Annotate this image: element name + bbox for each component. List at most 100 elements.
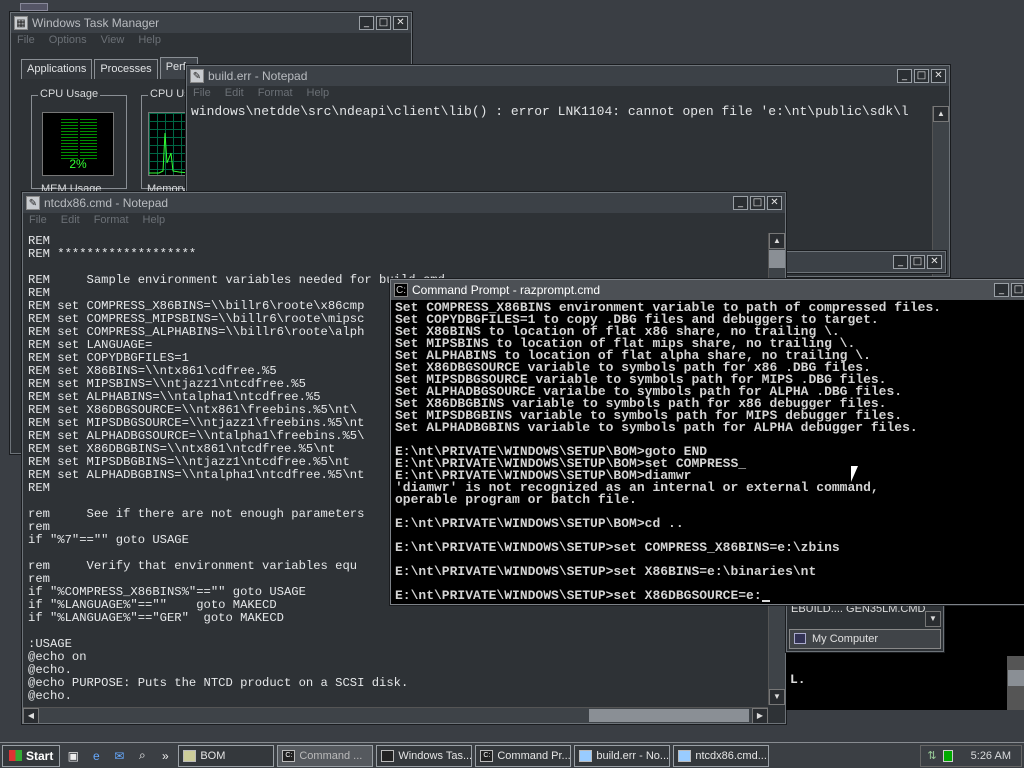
menu-file[interactable]: File [29, 214, 47, 230]
cpu-percent: 2% [69, 157, 87, 171]
background-window-titlebar[interactable]: _ □ ✕ [787, 252, 945, 272]
address-bar[interactable]: My Computer [789, 629, 941, 649]
start-label: Start [26, 748, 54, 763]
window-title: Windows Task Manager [32, 16, 160, 30]
start-button[interactable]: Start [2, 744, 61, 767]
computer-icon [794, 633, 806, 644]
close-button[interactable]: ✕ [393, 16, 408, 30]
task-manager-titlebar[interactable]: ▦ Windows Task Manager _ □ ✕ [11, 13, 411, 33]
build-err-titlebar[interactable]: ✎ build.err - Notepad _ □ ✕ [187, 66, 949, 86]
explorer-window-fragment: EBUILD.... GEN35LM.CMD ▼ My Computer [786, 600, 944, 652]
address-text: My Computer [812, 633, 879, 645]
taskbar-item-label: BOM [200, 749, 226, 762]
desktop-icon[interactable]: ▣ [63, 746, 83, 766]
command-prompt-window: C: Command Prompt - razprompt.cmd _ □ Se… [390, 279, 1024, 605]
cmd-icon: C: [480, 749, 494, 762]
text-editor-area[interactable]: windows\netdde\src\ndeapi\client\lib() :… [191, 104, 929, 119]
text-cursor [761, 600, 770, 602]
menu-file[interactable]: File [193, 87, 211, 103]
tab-applications[interactable]: Applications [21, 59, 93, 79]
folder-icon [183, 749, 197, 762]
minimize-button[interactable]: _ [359, 16, 374, 30]
taskbar-item-label: Command ... [299, 749, 363, 762]
menu-bar: File Options View Help [11, 33, 411, 51]
taskmgr-tray-icon[interactable] [942, 749, 953, 762]
search-icon[interactable]: ⌕ [132, 746, 152, 766]
desktop-icon-fragment[interactable] [20, 3, 48, 11]
console-text: L. [790, 672, 806, 687]
menu-edit[interactable]: Edit [225, 87, 244, 103]
scroll-right-arrow[interactable]: ▶ [752, 708, 768, 723]
system-tray: ⇅ 5:26 AM [920, 744, 1022, 767]
taskbar-item-task-manager[interactable]: Windows Tas... [376, 744, 473, 767]
command-prompt-titlebar[interactable]: C: Command Prompt - razprompt.cmd _ □ [391, 280, 1024, 300]
menu-format[interactable]: Format [258, 87, 293, 103]
menu-options[interactable]: Options [49, 34, 87, 50]
menu-help[interactable]: Help [143, 214, 166, 230]
minimize-button[interactable]: _ [994, 283, 1009, 297]
tab-processes[interactable]: Processes [94, 59, 158, 79]
menu-edit[interactable]: Edit [61, 214, 80, 230]
minimize-button[interactable]: _ [733, 196, 748, 210]
taskbar-item-bom[interactable]: BOM [178, 744, 275, 767]
clock[interactable]: 5:26 AM [971, 750, 1011, 762]
scroll-up-arrow[interactable]: ▲ [933, 106, 949, 122]
console-output: Set COMPRESS_X86BINS environment variabl… [395, 300, 942, 579]
menu-help[interactable]: Help [138, 34, 161, 50]
chevron-right-icon[interactable]: » [155, 746, 175, 766]
cpu-usage-label: CPU Usage [38, 88, 101, 100]
taskbar-item-label: build.err - No... [596, 749, 670, 762]
network-icon[interactable]: ⇅ [927, 749, 936, 762]
menu-help[interactable]: Help [307, 87, 330, 103]
close-button[interactable]: ✕ [931, 69, 946, 83]
scroll-down-arrow[interactable]: ▼ [769, 689, 785, 705]
taskbar-item-label: Command Pr... [497, 749, 571, 762]
windows-logo-icon [9, 750, 22, 761]
cpu-history-graph [148, 112, 189, 176]
notepad-icon: ✎ [26, 196, 40, 210]
outlook-icon[interactable]: ✉ [109, 746, 129, 766]
maximize-button[interactable]: □ [910, 255, 925, 269]
cmd-icon: C: [394, 283, 408, 297]
tab-strip: Applications Processes Perfo [21, 57, 198, 79]
menu-file[interactable]: File [17, 34, 35, 50]
notepad-icon: ✎ [190, 69, 204, 83]
menu-format[interactable]: Format [94, 214, 129, 230]
cpu-usage-group: CPU Usage 2% [31, 88, 127, 189]
maximize-button[interactable]: □ [376, 16, 391, 30]
taskbar-item-label: Windows Tas... [398, 749, 473, 762]
vertical-scrollbar[interactable] [1007, 656, 1024, 710]
ntcdx86-titlebar[interactable]: ✎ ntcdx86.cmd - Notepad _ □ ✕ [23, 193, 785, 213]
taskbar-item-command-active[interactable]: C: Command ... [277, 744, 374, 767]
internet-explorer-icon[interactable]: e [86, 746, 106, 766]
mouse-pointer-icon [851, 466, 858, 482]
minimize-button[interactable]: _ [897, 69, 912, 83]
taskbar-item-build-err[interactable]: build.err - No... [574, 744, 671, 767]
menu-bar: File Edit Format Help [187, 86, 949, 104]
minimize-button[interactable]: _ [893, 255, 908, 269]
notepad-icon [579, 749, 593, 762]
scroll-up-arrow[interactable]: ▲ [769, 233, 785, 249]
cpu-usage-meter: 2% [42, 112, 114, 176]
console-prompt: E:\nt\PRIVATE\WINDOWS\SETUP>set X86DBGSO… [395, 588, 762, 603]
close-button[interactable]: ✕ [767, 196, 782, 210]
taskbar-item-command-prompt[interactable]: C: Command Pr... [475, 744, 572, 767]
scroll-thumb[interactable] [769, 250, 785, 268]
console-screen[interactable]: Set COMPRESS_X86BINS environment variabl… [391, 300, 1024, 604]
maximize-button[interactable]: □ [1011, 283, 1024, 297]
menu-view[interactable]: View [101, 34, 125, 50]
scroll-thumb[interactable] [1008, 670, 1024, 686]
window-title: Command Prompt - razprompt.cmd [412, 283, 601, 297]
close-button[interactable]: ✕ [927, 255, 942, 269]
taskmgr-icon: ▦ [14, 16, 28, 30]
taskbar-item-ntcdx86[interactable]: ntcdx86.cmd... [673, 744, 770, 767]
maximize-button[interactable]: □ [750, 196, 765, 210]
taskmgr-icon [381, 749, 395, 762]
scroll-left-arrow[interactable]: ◀ [23, 708, 39, 723]
horizontal-scrollbar[interactable]: ◀ ▶ [23, 707, 768, 723]
menu-bar: File Edit Format Help [23, 213, 785, 231]
scroll-down-arrow[interactable]: ▼ [925, 611, 941, 627]
maximize-button[interactable]: □ [914, 69, 929, 83]
horizontal-scroll-thumb[interactable] [589, 709, 749, 722]
notepad-icon [678, 749, 692, 762]
